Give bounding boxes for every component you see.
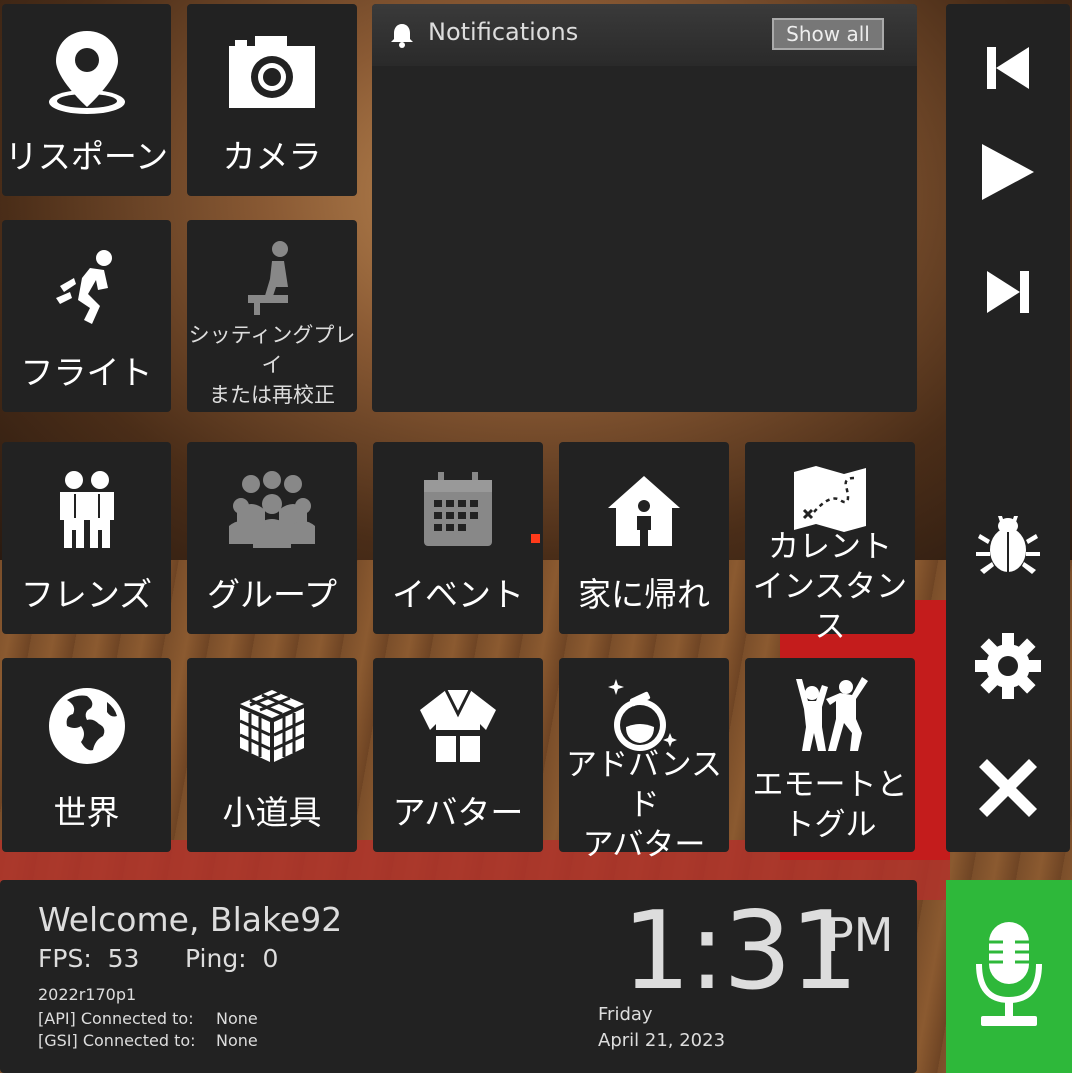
respawn-label: リスポーン (4, 137, 169, 176)
notifications-header: Notifications Show all (372, 4, 917, 66)
groups-icon (187, 460, 357, 560)
bell-icon (390, 22, 414, 52)
friends-button[interactable]: フレンズ (2, 442, 171, 634)
emote-toggle-label: エモートと トグル (752, 767, 908, 843)
gear-icon (973, 631, 1043, 705)
seated-play-button[interactable]: シッティングプレイ または再校正 (187, 220, 357, 412)
gsi-connection-value: None (216, 1031, 258, 1050)
skip-next-button[interactable] (946, 244, 1070, 344)
camera-icon (187, 22, 357, 122)
dancing-icon (745, 672, 915, 758)
api-connection-label: [API] Connected to: (38, 1009, 194, 1028)
avatar-label: アバター (392, 793, 524, 832)
play-icon (980, 142, 1036, 206)
go-home-button[interactable]: 家に帰れ (559, 442, 729, 634)
build-version: 2022r170p1 (38, 985, 137, 1004)
skip-previous-button[interactable] (946, 20, 1070, 120)
groups-label: グループ (206, 575, 338, 614)
globe-icon (2, 676, 171, 776)
fps-value: 53 (107, 944, 140, 973)
show-all-button[interactable]: Show all (772, 18, 884, 50)
fps-readout: FPS: 53 (38, 944, 139, 973)
skip-previous-icon (985, 45, 1031, 95)
camera-button[interactable]: カメラ (187, 4, 357, 196)
go-home-label: 家に帰れ (578, 575, 710, 614)
worlds-label: 世界 (53, 793, 120, 832)
flight-label: フライト (20, 353, 153, 392)
ping-value: 0 (262, 944, 279, 973)
api-connection-value: None (216, 1009, 258, 1028)
microphone-button[interactable] (946, 880, 1072, 1073)
advanced-avatar-label: アドバンスド アバター (566, 747, 722, 863)
location-pin-icon (2, 22, 171, 122)
cube-icon (187, 676, 357, 776)
debug-button[interactable] (946, 496, 1070, 596)
seated-person-icon (187, 234, 357, 320)
respawn-button[interactable]: リスポーン (2, 4, 171, 196)
robe-icon (373, 676, 543, 776)
advanced-avatar-button[interactable]: アドバンスド アバター (559, 658, 729, 863)
calendar-icon (373, 460, 543, 560)
media-sidebar (946, 4, 1070, 852)
friends-label: フレンズ (20, 575, 153, 614)
seated-play-label: シッティングプレイ または再校正 (188, 323, 356, 407)
microphone-icon (973, 920, 1045, 1034)
clock-date: April 21, 2023 (598, 1030, 726, 1051)
settings-button[interactable] (946, 618, 1070, 718)
current-instance-label: カレント インスタンス (752, 529, 908, 645)
close-menu-button[interactable] (946, 740, 1070, 840)
events-label: イベント (392, 575, 524, 614)
friends-icon (2, 460, 171, 560)
ping-label: Ping: (185, 944, 247, 973)
welcome-text: Welcome, Blake92 (38, 900, 343, 939)
clock-day: Friday (598, 1004, 653, 1025)
close-icon (979, 759, 1037, 821)
camera-label: カメラ (222, 137, 322, 176)
gsi-connection-label: [GSI] Connected to: (38, 1031, 196, 1050)
fps-label: FPS: (38, 944, 92, 973)
clock-ampm: PM (826, 908, 894, 962)
emote-toggle-button[interactable]: エモートと トグル (745, 658, 915, 852)
ping-readout: Ping: 0 (185, 944, 278, 973)
worlds-button[interactable]: 世界 (2, 658, 171, 852)
notifications-panel: Notifications Show all (372, 4, 917, 412)
avatar-button[interactable]: アバター (373, 658, 543, 852)
notifications-title: Notifications (428, 18, 579, 46)
events-notification-dot (531, 534, 540, 543)
jetpack-flight-icon (2, 238, 171, 338)
play-button[interactable] (946, 124, 1070, 224)
current-instance-button[interactable]: カレント インスタンス (745, 442, 915, 645)
props-label: 小道具 (222, 793, 322, 832)
events-button[interactable]: イベント (373, 442, 543, 634)
bug-icon (976, 514, 1040, 578)
groups-button[interactable]: グループ (187, 442, 357, 634)
props-button[interactable]: 小道具 (187, 658, 357, 852)
clock-time: 1:31 (622, 889, 859, 1014)
status-panel: Welcome, Blake92 FPS: 53 Ping: 0 2022r17… (0, 880, 917, 1073)
flight-button[interactable]: フライト (2, 220, 171, 412)
skip-next-icon (985, 269, 1031, 319)
home-icon (559, 460, 729, 560)
